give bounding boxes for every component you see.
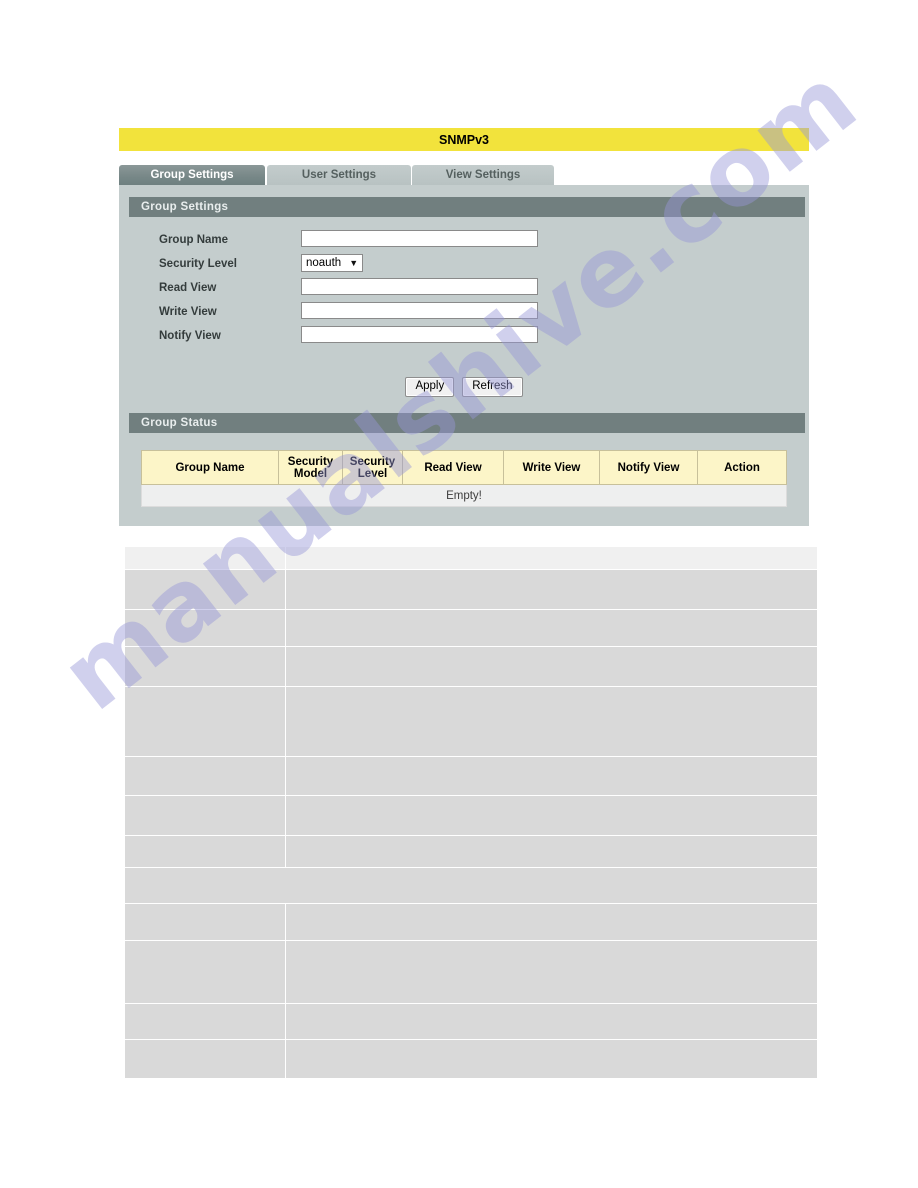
grid-cell [124,940,286,1004]
notify-view-input[interactable] [301,326,538,343]
grid-cell [285,835,818,868]
table-row [124,546,818,570]
field-row-read-view: Read View [119,278,809,302]
read-view-input[interactable] [301,278,538,295]
table-row [124,835,818,868]
column-notify-view: Notify View [599,450,698,485]
grid-cell [285,1039,818,1079]
column-group-name: Group Name [141,450,279,485]
group-name-input[interactable] [301,230,538,247]
table-row [124,646,818,687]
lower-content-grid [124,546,818,1079]
table-row [124,867,818,904]
table-row [124,940,818,1004]
tab-view-settings[interactable]: View Settings [412,165,554,185]
field-row-notify-view: Notify View [119,326,809,350]
tab-group-settings[interactable]: Group Settings [119,165,265,185]
group-status-table: Group Name Security Model Security Level… [141,450,787,507]
grid-cell [285,609,818,647]
grid-cell [285,569,818,610]
table-header-row: Group Name Security Model Security Level… [141,450,787,485]
table-row [124,609,818,647]
field-row-group-name: Group Name [119,230,809,254]
grid-cell [124,1039,286,1079]
chevron-down-icon: ▼ [349,257,359,268]
table-row [124,756,818,796]
grid-cell-merged [124,867,818,904]
table-row [124,1039,818,1079]
grid-cell [124,546,286,570]
grid-cell [124,756,286,796]
form-button-row: Apply Refresh [119,377,809,397]
settings-panel: Group Settings Group Name Security Level… [119,185,809,526]
field-row-security-level: Security Level noauth ▼ [119,254,809,278]
apply-button[interactable]: Apply [405,377,455,397]
label-security-level: Security Level [159,258,237,270]
grid-cell [124,569,286,610]
grid-cell [124,903,286,941]
table-empty-row: Empty! [141,484,787,507]
grid-cell [285,756,818,796]
group-settings-section-header: Group Settings [129,197,805,217]
grid-cell [285,686,818,757]
grid-cell [285,546,818,570]
column-read-view: Read View [402,450,504,485]
tab-strip: Group Settings User Settings View Settin… [119,165,809,185]
grid-cell [124,795,286,836]
grid-cell [124,646,286,687]
grid-cell [285,646,818,687]
table-row [124,569,818,610]
grid-cell [285,940,818,1004]
tab-user-settings[interactable]: User Settings [267,165,411,185]
grid-cell [124,609,286,647]
grid-cell [124,686,286,757]
column-security-level: Security Level [342,450,403,485]
grid-cell [285,903,818,941]
page-title: SNMPv3 [119,128,809,151]
column-write-view: Write View [503,450,600,485]
grid-cell [124,1003,286,1040]
label-notify-view: Notify View [159,330,221,342]
write-view-input[interactable] [301,302,538,319]
label-read-view: Read View [159,282,217,294]
table-row [124,686,818,757]
security-level-value: noauth [306,257,342,269]
grid-cell [124,835,286,868]
table-row [124,795,818,836]
table-row [124,903,818,941]
security-level-select[interactable]: noauth ▼ [301,254,364,272]
empty-state-text: Empty! [141,484,787,507]
grid-cell [285,1003,818,1040]
column-security-model: Security Model [278,450,343,485]
group-status-section-header: Group Status [129,413,805,433]
grid-cell [285,795,818,836]
snmpv3-page: SNMPv3 Group Settings User Settings View… [0,0,918,1188]
label-group-name: Group Name [159,234,229,246]
refresh-button[interactable]: Refresh [462,377,523,397]
field-row-write-view: Write View [119,302,809,326]
label-write-view: Write View [159,306,217,318]
column-action: Action [697,450,787,485]
table-row [124,1003,818,1040]
